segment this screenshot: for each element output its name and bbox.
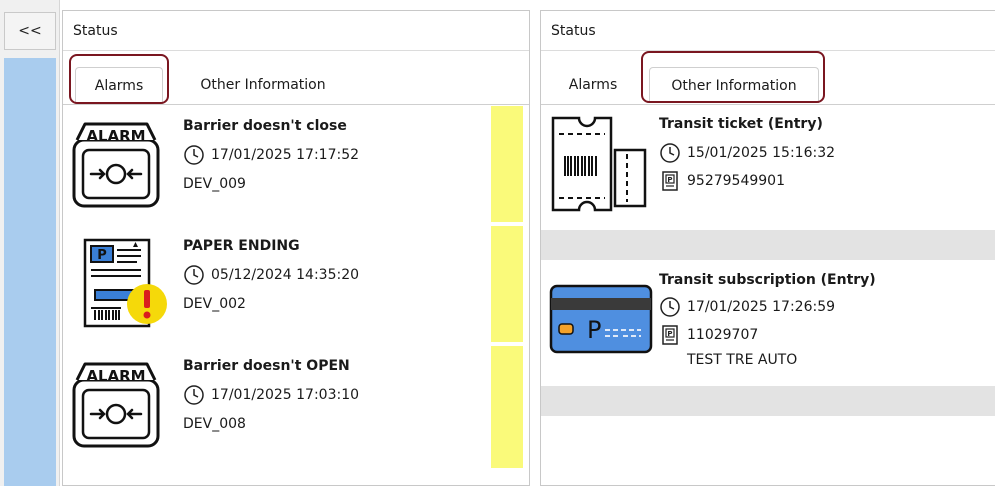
item-extra: TEST TRE AUTO (687, 352, 798, 368)
clock-icon (660, 297, 680, 317)
svg-text:P: P (587, 316, 601, 344)
item-datetime: 17/01/2025 17:26:59 (687, 299, 836, 315)
item-title: Barrier doesn't OPEN (183, 358, 350, 374)
panel-title-text: Status (551, 22, 596, 39)
tab-bar: Alarms Other Information (541, 51, 995, 105)
information-list: Transit ticket (Entry) 15/01/2025 15:16:… (541, 106, 995, 485)
right-status-panel: Status Alarms Other Information Transit … (540, 10, 995, 486)
item-datetime: 15/01/2025 15:16:32 (687, 145, 836, 161)
panel-title: Status (63, 11, 529, 51)
item-title: Transit ticket (Entry) (659, 116, 823, 132)
clock-icon (184, 145, 204, 165)
clock-icon (184, 265, 204, 285)
tab-alarms[interactable]: Alarms (553, 67, 633, 103)
item-code-row: P 11029707 (659, 324, 758, 346)
alarm-icon: ALARM (72, 362, 160, 448)
item-device: DEV_002 (183, 296, 246, 312)
item-datetime-row: 15/01/2025 15:16:32 (659, 142, 835, 164)
alarm-badge-text: ALARM (86, 127, 145, 145)
separator-band (541, 230, 995, 260)
alarm-list: ALARM Barrier doesn't close 17/01/2025 1… (63, 106, 529, 485)
svg-text:P: P (97, 248, 107, 263)
panel-title: Status (541, 11, 995, 51)
side-strip: << (0, 0, 60, 486)
alarm-badge-text: ALARM (86, 367, 145, 385)
list-item[interactable]: P Transit subscription (Entry) 17/01/202… (541, 262, 995, 380)
status-window: << Status Alarms Other Information ALARM (0, 0, 995, 486)
item-datetime-row: 05/12/2024 14:35:20 (183, 264, 359, 286)
svg-text:P: P (667, 176, 672, 184)
item-device: DEV_009 (183, 176, 246, 192)
highlight-box (641, 51, 825, 103)
clock-icon (184, 385, 204, 405)
item-code-row: P 95279549901 (659, 170, 785, 192)
item-datetime: 17/01/2025 17:03:10 (211, 387, 360, 403)
left-status-panel: Status Alarms Other Information ALARM Ba… (62, 10, 530, 486)
tab-other-information[interactable]: Other Information (173, 67, 353, 103)
item-title: Barrier doesn't close (183, 118, 347, 134)
subscription-card-icon: P (549, 284, 653, 354)
alarm-icon: ALARM (72, 122, 160, 208)
svg-text:P: P (667, 330, 672, 338)
panel-title-text: Status (73, 22, 118, 39)
item-datetime-row: 17/01/2025 17:17:52 (183, 144, 359, 166)
item-code: 11029707 (687, 327, 759, 343)
item-code: 95279549901 (687, 173, 785, 189)
item-title: Transit subscription (Entry) (659, 272, 876, 288)
severity-bar (491, 226, 523, 342)
parking-ticket-icon: P (662, 325, 678, 345)
side-strip-bar (4, 58, 56, 486)
paper-ending-icon: P (83, 238, 167, 328)
item-datetime: 17/01/2025 17:17:52 (211, 147, 360, 163)
parking-ticket-icon: P (662, 171, 678, 191)
tab-bar: Alarms Other Information (63, 51, 529, 105)
collapse-button[interactable]: << (4, 12, 56, 50)
ticket-icon (551, 116, 647, 212)
highlight-box (69, 54, 169, 104)
item-device: DEV_008 (183, 416, 246, 432)
list-item[interactable]: P PAPER ENDING 05/12/2024 14:35:20 DEV_0… (63, 226, 529, 344)
severity-bar (491, 106, 523, 222)
severity-bar (491, 346, 523, 468)
item-datetime-row: 17/01/2025 17:03:10 (183, 384, 359, 406)
separator-band (541, 386, 995, 416)
clock-icon (660, 143, 680, 163)
list-item[interactable]: ALARM Barrier doesn't close 17/01/2025 1… (63, 106, 529, 224)
item-title: PAPER ENDING (183, 238, 300, 254)
list-item[interactable]: ALARM Barrier doesn't OPEN 17/01/2025 17… (63, 346, 529, 470)
list-item[interactable]: Transit ticket (Entry) 15/01/2025 15:16:… (541, 106, 995, 224)
item-datetime-row: 17/01/2025 17:26:59 (659, 296, 835, 318)
item-datetime: 05/12/2024 14:35:20 (211, 267, 360, 283)
